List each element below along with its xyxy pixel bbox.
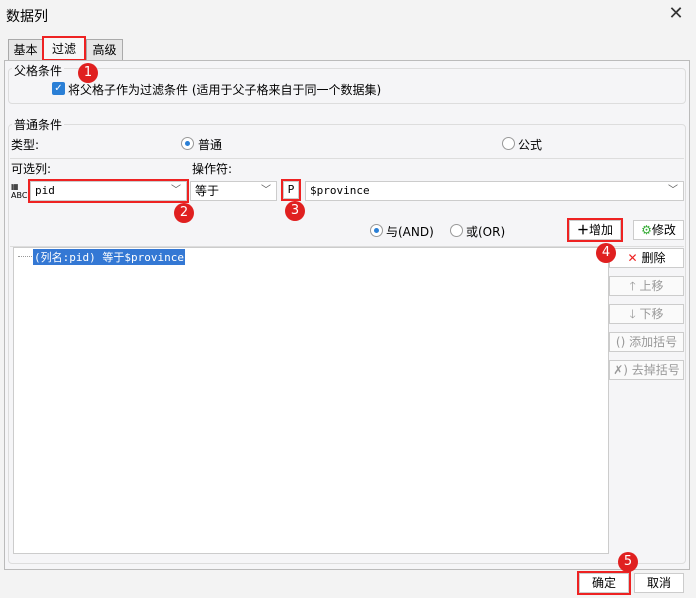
add-paren-label: 添加括号 bbox=[629, 335, 678, 349]
add-paren-button[interactable]: () 添加括号 bbox=[609, 332, 684, 352]
list-item[interactable]: (列名:pid) 等于$province bbox=[33, 249, 185, 265]
move-down-label: 下移 bbox=[639, 307, 664, 321]
column-label: 可选列: bbox=[11, 162, 52, 176]
chevron-down-icon: ﹀ bbox=[171, 185, 181, 196]
tree-line bbox=[18, 256, 32, 257]
operator-value: 等于 bbox=[195, 184, 220, 198]
parent-filter-label: 将父格子作为过滤条件 (适用于父子格来自于同一个数据集) bbox=[68, 83, 382, 97]
operator-select[interactable]: 等于 ﹀ bbox=[190, 181, 277, 201]
or-radio[interactable] bbox=[450, 224, 463, 237]
annotation-badge-4: 4 bbox=[596, 243, 616, 263]
remove-paren-label: 去掉括号 bbox=[631, 363, 680, 377]
delete-label: 删除 bbox=[641, 251, 666, 265]
ok-button[interactable]: 确定 bbox=[577, 571, 631, 595]
delete-button[interactable]: ✕ 删除 bbox=[609, 248, 684, 268]
edit-button[interactable]: ⚙修改 bbox=[633, 220, 684, 240]
add-button[interactable]: ＋增加 bbox=[567, 218, 623, 242]
type-formula-radio[interactable] bbox=[502, 137, 515, 150]
paren-icon: () bbox=[615, 335, 626, 349]
divider bbox=[10, 158, 684, 159]
arrow-down-icon: 🡓 bbox=[629, 307, 636, 321]
annotation-badge-2: 2 bbox=[174, 203, 194, 223]
chevron-down-icon: ﹀ bbox=[261, 185, 271, 196]
remove-paren-icon: ✗) bbox=[613, 363, 628, 377]
add-label: 增加 bbox=[589, 223, 614, 237]
value-text: $province bbox=[310, 184, 370, 197]
and-label: 与(AND) bbox=[386, 225, 434, 239]
move-up-label: 上移 bbox=[639, 279, 664, 293]
type-formula-label: 公式 bbox=[518, 138, 543, 152]
parameter-button[interactable]: P bbox=[281, 179, 301, 201]
edit-label: 修改 bbox=[651, 223, 676, 237]
move-up-button[interactable]: 🡑 上移 bbox=[609, 276, 684, 296]
chevron-down-icon: ﹀ bbox=[668, 185, 678, 196]
operator-label: 操作符: bbox=[192, 162, 233, 176]
remove-paren-button[interactable]: ✗) 去掉括号 bbox=[609, 360, 684, 380]
plus-icon: ＋ bbox=[576, 223, 589, 237]
cancel-button[interactable]: 取消 bbox=[634, 573, 684, 593]
column-type-icon[interactable]: ▦ ABC bbox=[11, 182, 29, 200]
value-select[interactable]: $province ﹀ bbox=[305, 181, 684, 201]
x-icon: ✕ bbox=[627, 251, 638, 265]
gear-icon: ⚙ bbox=[641, 223, 652, 237]
parent-filter-checkbox[interactable]: ✓ bbox=[52, 82, 65, 95]
tab-basic[interactable]: 基本 bbox=[8, 39, 43, 61]
move-down-button[interactable]: 🡓 下移 bbox=[609, 304, 684, 324]
tab-advanced[interactable]: 高级 bbox=[86, 39, 123, 61]
type-normal-label: 普通 bbox=[198, 138, 223, 152]
annotation-badge-3: 3 bbox=[285, 201, 305, 221]
or-label: 或(OR) bbox=[466, 225, 506, 239]
type-label: 类型: bbox=[11, 138, 40, 152]
annotation-badge-5: 5 bbox=[618, 552, 638, 572]
column-value: pid bbox=[35, 184, 55, 197]
column-select[interactable]: pid ﹀ bbox=[28, 179, 189, 203]
type-normal-radio[interactable] bbox=[181, 137, 194, 150]
parent-condition-title: 父格条件 bbox=[12, 62, 65, 79]
arrow-up-icon: 🡑 bbox=[629, 279, 636, 293]
window-title: 数据列 bbox=[6, 9, 48, 25]
close-icon[interactable]: ✕ bbox=[665, 3, 687, 25]
tab-filter[interactable]: 过滤 bbox=[42, 36, 86, 61]
annotation-badge-1: 1 bbox=[78, 63, 98, 83]
condition-list[interactable]: (列名:pid) 等于$province bbox=[13, 247, 609, 554]
and-radio[interactable] bbox=[370, 224, 383, 237]
normal-condition-title: 普通条件 bbox=[12, 116, 65, 133]
